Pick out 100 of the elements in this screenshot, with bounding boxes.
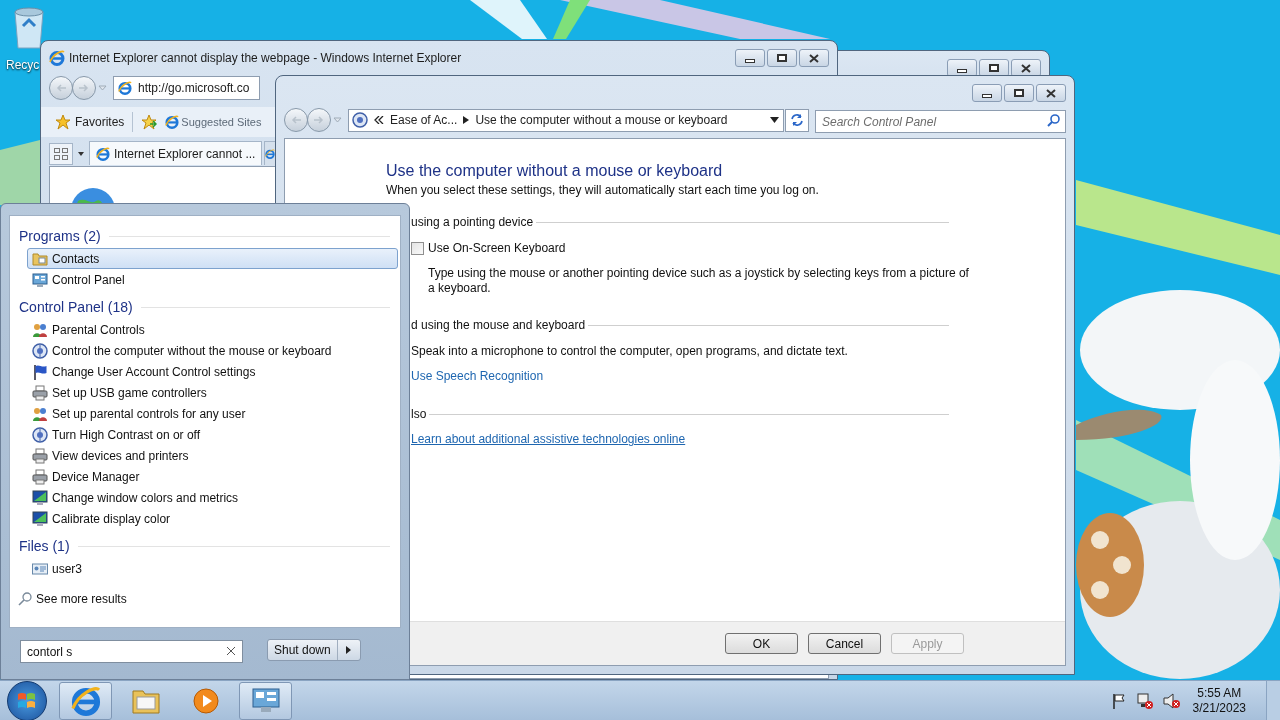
monitor-icon	[250, 686, 281, 715]
start-menu-item[interactable]: Set up parental controls for any user	[27, 403, 398, 424]
minimize-icon	[745, 58, 755, 63]
start-menu-item[interactable]: View devices and printers	[27, 445, 398, 466]
window-title: Internet Explorer cannot display the webpage - Windows Internet Explorer	[69, 50, 463, 67]
section-heading: lso	[411, 406, 427, 423]
close-icon	[1046, 88, 1056, 98]
start-menu-item[interactable]: Control Panel	[27, 269, 398, 290]
minimize-icon	[957, 68, 967, 73]
address-field[interactable]: http://go.microsoft.co	[113, 76, 260, 100]
breadcrumb-arrow-icon[interactable]	[463, 116, 470, 124]
browser-e-icon	[265, 147, 276, 160]
group-heading: Files (1)	[19, 536, 70, 556]
contact-card-icon	[32, 560, 48, 577]
maximize-icon	[1014, 89, 1024, 97]
start-menu-item[interactable]: Set up USB game controllers	[27, 382, 398, 403]
close-button[interactable]	[1036, 84, 1066, 102]
start-menu-item[interactable]: Device Manager	[27, 466, 398, 487]
add-favorite-icon[interactable]	[141, 114, 158, 130]
play-icon	[192, 687, 219, 714]
dropdown-arrow-icon[interactable]	[770, 117, 779, 123]
minimize-button[interactable]	[735, 49, 765, 67]
quick-tabs-button[interactable]	[49, 143, 73, 165]
maximize-button[interactable]	[767, 49, 797, 67]
dialog-button[interactable]: Cancel	[808, 633, 881, 654]
back-arrow-icon	[291, 116, 301, 124]
start-menu-item[interactable]: Turn High Contrast on or off	[27, 424, 398, 445]
maximize-button[interactable]	[1004, 84, 1034, 102]
section-heading: using a pointing device	[411, 214, 534, 231]
browser-e-icon	[49, 50, 65, 66]
dialog-button[interactable]: OK	[725, 633, 798, 654]
dial-icon	[32, 426, 48, 443]
dial-icon	[352, 112, 368, 128]
see-more-results-link[interactable]: See more results	[18, 590, 127, 608]
recycle-bin-icon[interactable]	[11, 6, 47, 50]
start-menu-item[interactable]: Parental Controls	[27, 319, 398, 340]
clear-icon[interactable]	[227, 646, 235, 655]
monitor-icon	[32, 271, 48, 288]
section-heading: d using the mouse and keyboard	[411, 317, 586, 334]
printer-icon	[32, 384, 48, 401]
start-menu-item[interactable]: Change User Account Control settings	[27, 361, 398, 382]
printer-icon	[32, 468, 48, 485]
start-menu-item[interactable]: Contacts	[27, 248, 398, 269]
start-menu-item[interactable]: user3	[27, 558, 398, 579]
monitor-icon	[32, 510, 48, 527]
page-intro: When you select these settings, they will automatically start each time you log on.	[386, 182, 820, 199]
taskbar-button[interactable]	[59, 681, 112, 720]
checkbox[interactable]	[411, 241, 424, 255]
people-icon	[32, 321, 48, 338]
link[interactable]: Learn about additional assistive technologies online	[411, 430, 686, 448]
breadcrumb-item[interactable]: Use the computer without a mouse or keyboard	[475, 111, 728, 129]
checkbox-label[interactable]: Use On-Screen Keyboard	[428, 239, 566, 257]
flag-icon[interactable]	[1110, 692, 1127, 709]
search-field[interactable]: Search Control Panel	[815, 110, 1066, 133]
browser-tab[interactable]: Internet Explorer cannot ...	[89, 141, 263, 165]
close-icon	[1021, 63, 1031, 73]
dial-icon	[32, 342, 48, 359]
start-menu-item[interactable]: Calibrate display color	[27, 508, 398, 529]
browser-e-icon	[165, 115, 180, 129]
caret-icon	[346, 646, 352, 654]
people-icon	[32, 405, 48, 422]
search-icon	[18, 592, 32, 606]
start-menu-item[interactable]: Change window colors and metrics	[27, 487, 398, 508]
favorites-button[interactable]: Favorites	[55, 113, 125, 131]
maximize-icon	[777, 54, 787, 62]
forward-arrow-icon	[79, 84, 89, 92]
browser-e-icon	[96, 146, 110, 161]
group-heading: Programs (2)	[19, 226, 101, 246]
maximize-icon	[989, 64, 999, 72]
grid-icon	[54, 148, 68, 160]
refresh-button[interactable]	[785, 108, 809, 132]
windows-flag-icon	[17, 690, 37, 711]
browser-e-icon	[70, 685, 101, 716]
folder-icon	[32, 250, 48, 267]
page-heading: Use the computer without a mouse or keyboard	[386, 161, 724, 181]
monitor-icon	[32, 489, 48, 506]
group-heading: Control Panel (18)	[19, 297, 133, 317]
double-chevron-icon[interactable]	[374, 116, 384, 124]
section-description: Speak into a microphone to control the computer, open programs, and dictate text.	[411, 343, 849, 360]
option-description: Type using the mouse or another pointing device such as a joystick by selecting keys from a picture of a keyboard.	[428, 266, 970, 296]
search-icon[interactable]	[1047, 113, 1060, 127]
minimize-icon	[982, 93, 992, 98]
address-bar[interactable]: Ease of Ac... Use the computer without a mouse or keyboard	[348, 108, 784, 132]
browser-e-icon	[118, 81, 132, 95]
speaker-muted-icon[interactable]	[1162, 691, 1181, 710]
network-error-icon[interactable]	[1135, 691, 1154, 710]
close-icon	[809, 53, 819, 63]
link[interactable]: Use Speech Recognition	[411, 367, 544, 385]
back-arrow-icon	[56, 84, 66, 92]
start-menu-item[interactable]: Control the computer without the mouse or keyboard	[27, 340, 398, 361]
refresh-icon	[790, 113, 804, 127]
close-button[interactable]	[799, 49, 829, 67]
start-button[interactable]	[7, 680, 47, 720]
search-field[interactable]: contorl s	[20, 640, 243, 663]
taskbar-button[interactable]	[239, 681, 292, 720]
suggested-sites-link[interactable]: Suggested Sites	[165, 113, 262, 131]
clock[interactable]: 5:55 AM 3/21/2023	[1192, 685, 1246, 716]
minimize-button[interactable]	[972, 84, 1002, 102]
printer-icon	[32, 447, 48, 464]
breadcrumb-item[interactable]: Ease of Ac...	[390, 111, 458, 129]
